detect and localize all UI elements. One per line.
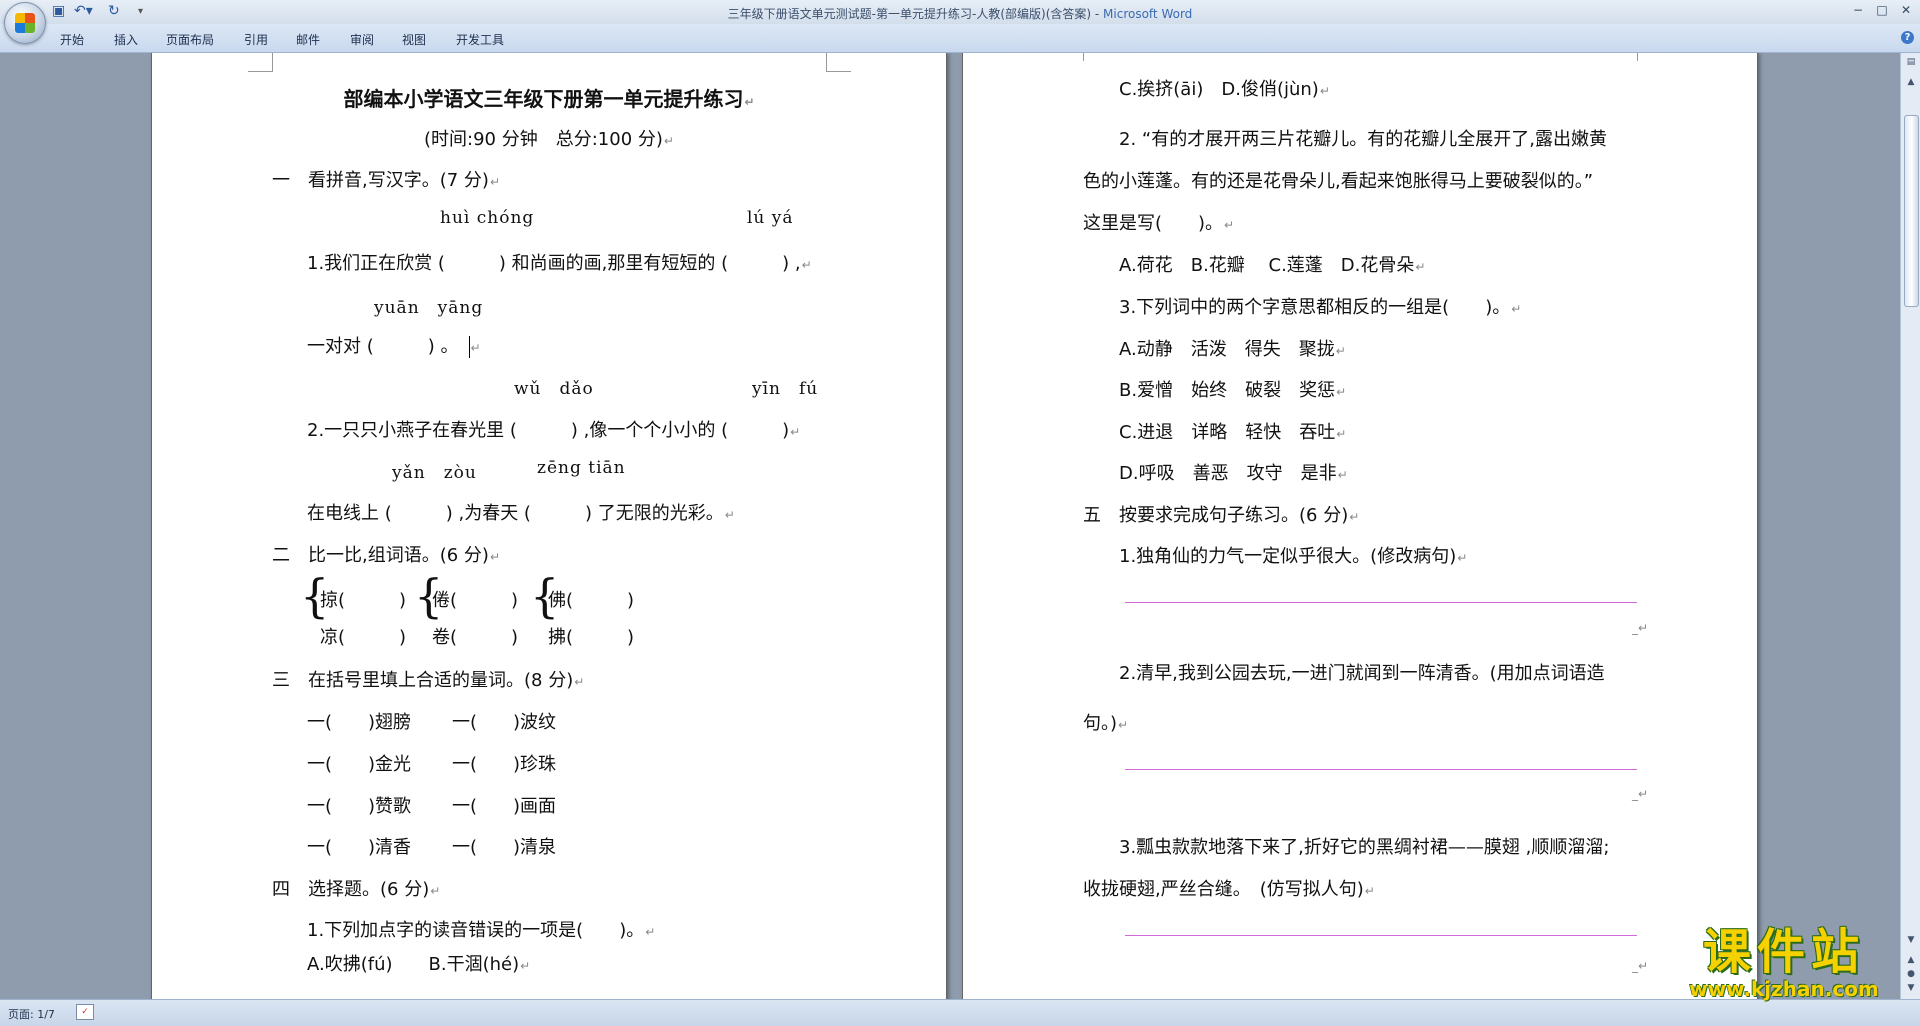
q5-s2-line-2: 句。)↵ xyxy=(1083,713,1129,734)
help-icon[interactable]: ? xyxy=(1901,31,1914,44)
margin-corner xyxy=(248,53,273,72)
q3-heading: 三 在括号里填上合适的量词。(8 分)↵ xyxy=(272,670,585,691)
ruler-toggle-icon[interactable]: ▤ xyxy=(1904,55,1918,69)
status-bar: 页面: 1/7 ✓ xyxy=(0,999,1920,1026)
tab-mailings[interactable]: 邮件 xyxy=(296,31,320,48)
site-watermark: 课件站 www.kjzhan.com xyxy=(1668,925,1900,999)
scroll-thumb[interactable] xyxy=(1904,115,1919,307)
app-name: Microsoft Word xyxy=(1103,7,1193,21)
page-left[interactable]: 部编本小学语文三年级下册第一单元提升练习↵ (时间:90 分钟 总分:100 分… xyxy=(151,53,947,999)
text-cursor xyxy=(468,336,470,358)
answer-line[interactable] xyxy=(1125,602,1637,603)
pinyin-luya: lú yá xyxy=(747,208,794,228)
q3-row-4a: 一( )清香 xyxy=(307,837,412,858)
q5-s2-line-1: 2.清早,我到公园去玩,一进门就闻到一阵清香。(用加点词语造 xyxy=(1119,663,1605,684)
margin-corner xyxy=(1637,53,1662,61)
margin-corner xyxy=(1059,53,1084,61)
q2-pair-2-top: 倦( ) xyxy=(432,590,519,611)
close-icon[interactable]: ✕ xyxy=(1898,3,1914,17)
tab-developer[interactable]: 开发工具 xyxy=(456,31,504,48)
q4-sub3-b: B.爱憎 始终 破裂 奖惩↵ xyxy=(1119,380,1347,401)
q2-pair-3-top: 佛( ) xyxy=(548,590,635,611)
minimize-icon[interactable]: − xyxy=(1850,3,1866,17)
q4-sub2-line-3: 这里是写( )。↵ xyxy=(1083,213,1235,234)
margin-corner xyxy=(826,53,851,72)
q3-row-3a: 一( )赞歌 xyxy=(307,796,412,817)
q3-row-4b: 一( )清泉 xyxy=(452,837,557,858)
tab-page-layout[interactable]: 页面布局 xyxy=(166,31,214,48)
page-title: 部编本小学语文三年级下册第一单元提升练习↵ xyxy=(343,87,755,111)
tab-review[interactable]: 审阅 xyxy=(350,31,374,48)
q3-row-2b: 一( )珍珠 xyxy=(452,754,557,775)
q4-sub2-line-1: 2. “有的才展开两三片花瓣儿。有的花瓣儿全展开了,露出嫩黄 xyxy=(1119,129,1607,150)
q3-row-1b: 一( )波纹 xyxy=(452,712,557,733)
ribbon-tabs: 开始 插入 页面布局 引用 邮件 审阅 视图 开发工具 ? xyxy=(0,24,1920,53)
scroll-up-icon[interactable]: ▲ xyxy=(1904,75,1918,89)
q4-sub2-line-2: 色的小莲蓬。有的还是花骨朵儿,看起来饱胀得马上要破裂似的。” xyxy=(1083,171,1594,192)
document-workspace: 部编本小学语文三年级下册第一单元提升练习↵ (时间:90 分钟 总分:100 分… xyxy=(0,53,1900,999)
page-indicator[interactable]: 页面: 1/7 xyxy=(8,1006,55,1022)
q2-pair-3-bottom: 拂( ) xyxy=(548,627,635,648)
pinyin-yinfu: yīn fú xyxy=(752,379,819,399)
pinyin-zengtian: zēng tiān xyxy=(537,458,626,478)
title-bar: ▣ ↶▾ ↻ ▾ 三年级下册语文单元测试题-第一单元提升练习-人教(部编版)(含… xyxy=(0,0,1920,44)
tab-insert[interactable]: 插入 xyxy=(114,31,138,48)
q5-s1: 1.独角仙的力气一定似乎很大。(修改病句)↵ xyxy=(1119,546,1468,567)
document-title: 三年级下册语文单元测试题-第一单元提升练习-人教(部编版)(含答案) xyxy=(727,7,1092,21)
paragraph-mark-icon: ↵ xyxy=(744,95,755,109)
pinyin-wudao: wǔ dǎo xyxy=(514,379,594,399)
q2-pair-2-bottom: 卷( ) xyxy=(432,627,519,648)
q2-pair-1-top: 掠( ) xyxy=(320,590,407,611)
q1-line-1: 1.我们正在欣赏 ( ) 和尚画的画,那里有短短的 ( ) ,↵ xyxy=(307,253,812,274)
q3-row-1a: 一( )翅膀 xyxy=(307,712,412,733)
q4-heading: 四 选择题。(6 分)↵ xyxy=(272,879,441,900)
tab-home[interactable]: 开始 xyxy=(60,31,84,48)
vertical-scrollbar[interactable]: ▤ ▲ ▼ ▲ ● ▼ xyxy=(1900,53,1920,999)
q5-s3-line-1: 3.瓢虫款款地落下来了,折好它的黑绸衬裙——膜翅 ,顺顺溜溜; xyxy=(1119,837,1610,858)
q4-sub1: 1.下列加点字的读音错误的一项是( )。↵ xyxy=(307,920,656,941)
q3-row-2a: 一( )金光 xyxy=(307,754,412,775)
tab-view[interactable]: 视图 xyxy=(402,31,426,48)
q1-line-2: 2.一只只小燕子在春光里 ( ) ,像一个个小小的 ( )↵ xyxy=(307,420,801,441)
subtitle: (时间:90 分钟 总分:100 分)↵ xyxy=(424,129,674,150)
q4-sub3-a: A.动静 活泼 得失 聚拢↵ xyxy=(1119,339,1346,360)
q5-s3-line-2: 收拢硬翅,严丝合缝。 (仿写拟人句)↵ xyxy=(1083,879,1375,900)
pinyin-yuanyang: yuān yāng xyxy=(374,298,484,318)
spell-check-icon[interactable]: ✓ xyxy=(76,1004,94,1020)
paragraph-mark-icon: _↵ xyxy=(1632,787,1649,801)
page-right[interactable]: C.挨挤(āi) D.俊俏(jùn)↵ 2. “有的才展开两三片花瓣儿。有的花瓣… xyxy=(962,53,1758,999)
maximize-icon[interactable]: □ xyxy=(1874,3,1890,17)
q1-line-1c: 一对对 ( ) 。 ↵ xyxy=(307,336,481,358)
watermark-logo: 课件站 xyxy=(1702,924,1865,980)
browse-object-icon[interactable]: ● xyxy=(1904,967,1918,981)
paragraph-mark-icon: _↵ xyxy=(1632,959,1649,973)
q4-sub1-cd: C.挨挤(āi) D.俊俏(jùn)↵ xyxy=(1119,79,1330,100)
q2-pair-1-bottom: 凉( ) xyxy=(320,627,407,648)
paragraph-mark-icon: _↵ xyxy=(1632,621,1649,635)
answer-line[interactable] xyxy=(1125,769,1637,770)
q2-heading: 二 比一比,组词语。(6 分)↵ xyxy=(272,545,501,566)
q3-row-3b: 一( )画面 xyxy=(452,796,557,817)
watermark-url: www.kjzhan.com xyxy=(1689,977,1879,1001)
scroll-down-icon[interactable]: ▼ xyxy=(1904,933,1918,947)
q4-sub3-d: D.呼吸 善恶 攻守 是非↵ xyxy=(1119,463,1348,484)
office-button-icon[interactable] xyxy=(4,2,46,44)
window-title: 三年级下册语文单元测试题-第一单元提升练习-人教(部编版)(含答案) - Mic… xyxy=(727,7,1193,21)
q5-heading: 五 按要求完成句子练习。(6 分)↵ xyxy=(1083,505,1360,526)
q4-sub3: 3.下列词中的两个字意思都相反的一组是( )。↵ xyxy=(1119,297,1522,318)
q4-sub3-c: C.进退 详略 轻快 吞吐↵ xyxy=(1119,422,1347,443)
previous-page-icon[interactable]: ▲ xyxy=(1904,953,1918,967)
q1-line-2c: 在电线上 ( ) ,为春天 ( ) 了无限的光彩。↵ xyxy=(307,503,735,524)
q4-sub1-options: A.吹拂(fú) B.干涸(hé)↵ xyxy=(307,954,531,975)
tab-references[interactable]: 引用 xyxy=(244,31,268,48)
q4-sub2-options: A.荷花 B.花瓣 C.莲蓬 D.花骨朵↵ xyxy=(1119,255,1426,276)
next-page-icon[interactable]: ▼ xyxy=(1904,981,1918,995)
pinyin-huichong: huì chóng xyxy=(440,208,535,228)
q1-heading: 一 看拼音,写汉字。(7 分)↵ xyxy=(272,170,501,191)
pinyin-yanzou: yǎn zòu xyxy=(392,463,477,483)
answer-line[interactable] xyxy=(1125,935,1637,936)
